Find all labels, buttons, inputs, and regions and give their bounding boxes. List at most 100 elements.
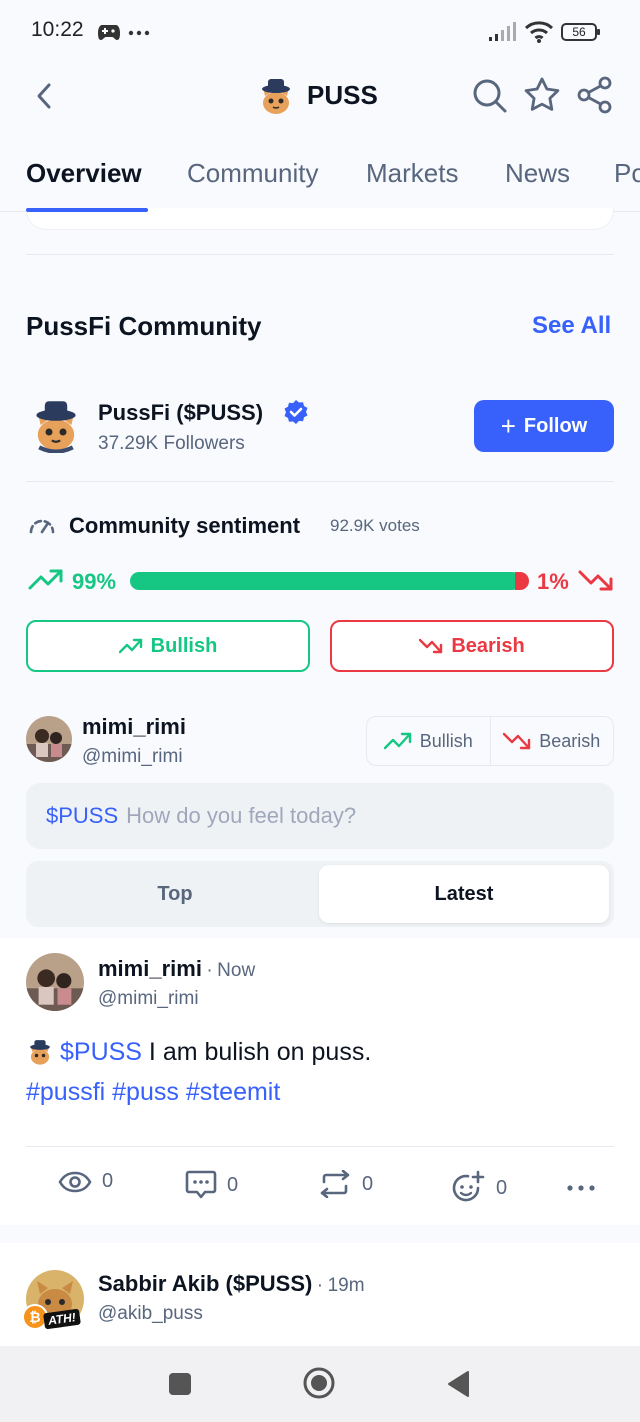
page-title: PUSS (307, 80, 378, 110)
system-nav-bar (0, 1346, 640, 1422)
vote-bullish-button[interactable]: Bullish (26, 620, 310, 672)
trending-up-icon (383, 732, 411, 750)
views-count: 0 (102, 1170, 114, 1192)
bullish-bar (130, 572, 521, 590)
see-all-link[interactable]: See All (532, 312, 611, 340)
post-author-avatar[interactable] (26, 953, 84, 1011)
follower-count: 37.29K Followers (98, 433, 245, 454)
composer-ticker: $PUSS (46, 803, 119, 828)
tab-portfolio[interactable]: Po (614, 158, 640, 189)
post-author-handle: @mimi_rimi (98, 988, 199, 1009)
divider (26, 481, 614, 482)
status-time: 10:22 (31, 18, 84, 41)
share-icon[interactable] (576, 76, 614, 114)
toggle-bullish[interactable]: Bullish (367, 717, 490, 765)
post-author-handle: @akib_puss (98, 1303, 203, 1324)
trending-down-icon (419, 638, 443, 654)
reactions-count: 0 (496, 1176, 508, 1199)
tab-overview[interactable]: Overview (26, 158, 142, 189)
puss-token-icon (30, 1040, 50, 1065)
tab-latest[interactable]: Latest (319, 865, 609, 923)
post-timestamp: 19m (327, 1275, 365, 1296)
post-ticker-link[interactable]: $PUSS (60, 1032, 142, 1072)
views-action[interactable]: 0 (58, 1170, 113, 1193)
verified-badge-icon (284, 400, 308, 424)
comment-action[interactable]: 0 (185, 1170, 238, 1200)
post-separator: · (206, 960, 213, 981)
post-header: mimi_rimi · Now (98, 956, 255, 982)
react-action[interactable]: 0 (450, 1170, 507, 1206)
community-name[interactable]: PussFi ($PUSS) (98, 400, 263, 426)
tab-bar: Overview Community Markets News Po (0, 140, 640, 212)
recent-apps-icon[interactable] (168, 1372, 192, 1396)
wifi-icon (524, 21, 554, 43)
repost-action[interactable]: 0 (318, 1170, 373, 1198)
trending-up-icon (118, 638, 142, 654)
feed-sort-segment: Top Latest (26, 861, 614, 927)
follow-button-label: Follow (523, 414, 588, 437)
bearish-percent: 1% (537, 569, 569, 594)
post-composer-input[interactable]: $PUSS How do you feel today? (26, 783, 614, 849)
tab-top[interactable]: Top (30, 865, 320, 923)
battery-indicator: 56 (561, 23, 600, 41)
follow-button[interactable]: + Follow (474, 400, 614, 452)
reposts-count: 0 (362, 1172, 374, 1195)
composer-user-name: mimi_rimi (82, 714, 186, 739)
toggle-bearish-label: Bearish (539, 730, 601, 751)
comments-count: 0 (227, 1173, 239, 1196)
toggle-bullish-label: Bullish (419, 730, 473, 751)
puss-logo-icon (262, 79, 290, 114)
post-timestamp: Now (217, 960, 256, 981)
post-hashtags[interactable]: #pussfi #puss #steemit (26, 1072, 614, 1112)
divider (26, 254, 614, 255)
home-icon[interactable] (302, 1366, 336, 1400)
post-card (0, 1243, 640, 1353)
post-separator: · (316, 1275, 324, 1296)
user-avatar[interactable] (26, 716, 72, 762)
vote-count: 92.9K votes (330, 516, 420, 535)
post-text: I am bulish on puss. (141, 1038, 372, 1066)
bullish-percent: 99% (72, 569, 117, 594)
trending-up-icon (28, 569, 63, 590)
post-author-name[interactable]: Sabbir Akib ($PUSS) (98, 1271, 312, 1296)
composer-placeholder: How do you feel today? (126, 803, 357, 828)
composer-user-handle: @mimi_rimi (82, 746, 183, 767)
trending-down-icon (578, 570, 613, 591)
tab-community[interactable]: Community (187, 158, 318, 189)
active-tab-indicator (26, 208, 148, 212)
svg-text:₿: ₿ (29, 1310, 40, 1326)
post-text-line: $PUSS I am bulish on puss. (26, 1032, 614, 1072)
post-actions: 0 0 0 0 (0, 1160, 640, 1216)
post-author-name[interactable]: mimi_rimi (98, 956, 202, 981)
star-icon[interactable] (523, 76, 561, 114)
gauge-icon (29, 519, 55, 534)
search-icon[interactable] (472, 78, 508, 114)
divider (26, 1146, 614, 1147)
bearish-bar (515, 572, 529, 590)
signal-icon (489, 22, 516, 41)
back-arrow-icon[interactable] (34, 82, 54, 110)
vote-bearish-button[interactable]: Bearish (330, 620, 614, 672)
vote-bullish-label: Bullish (150, 634, 218, 657)
toggle-bearish[interactable]: Bearish (489, 717, 614, 765)
plus-icon: + (500, 411, 516, 441)
section-title: PussFi Community (26, 311, 262, 341)
community-avatar (36, 401, 76, 453)
trending-down-icon (503, 732, 531, 750)
vote-bearish-label: Bearish (451, 634, 525, 657)
post-body: $PUSS I am bulish on puss. #pussfi #puss… (26, 1032, 614, 1112)
status-bar: 10:22 56 (0, 0, 640, 64)
sentiment-title: Community sentiment (69, 513, 301, 538)
post-header: Sabbir Akib ($PUSS) · 19m (98, 1271, 365, 1297)
add-reaction-icon (452, 1170, 485, 1202)
tab-news[interactable]: News (505, 158, 570, 189)
repost-icon (320, 1170, 350, 1198)
tab-markets[interactable]: Markets (366, 158, 458, 189)
sentiment-toggle: Bullish Bearish (366, 716, 614, 766)
more-options-icon[interactable] (566, 1184, 596, 1192)
more-notifications-icon (128, 30, 150, 36)
comment-icon (185, 1170, 217, 1199)
back-nav-icon[interactable] (446, 1370, 470, 1398)
app-header: PUSS (0, 64, 640, 128)
game-controller-icon (98, 25, 120, 40)
